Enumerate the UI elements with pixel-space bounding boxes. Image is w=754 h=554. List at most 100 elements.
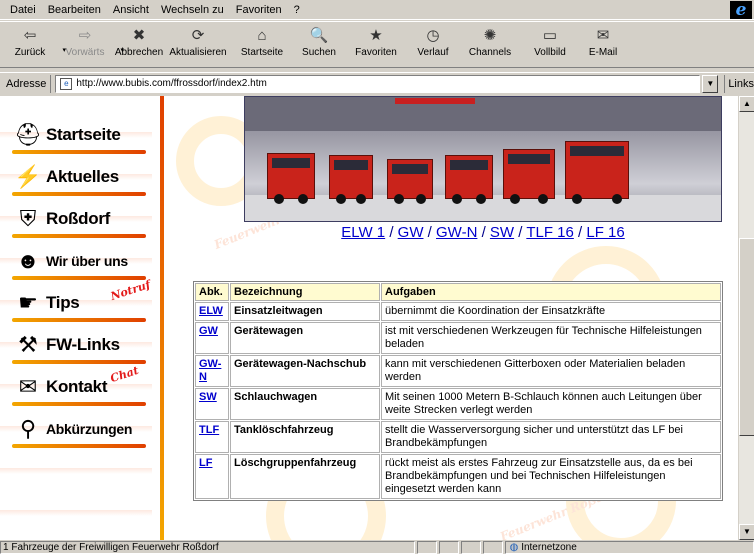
home-icon: ⌂ <box>257 26 267 44</box>
nav-underline <box>12 402 146 406</box>
sidebar-item-label: FW-Links <box>46 335 120 354</box>
mail-icon: ✉ <box>596 27 610 44</box>
abbreviation-link[interactable]: LF <box>199 457 212 469</box>
favorites-icon: ★ <box>369 27 383 44</box>
task-cell: kann mit verschiedenen Gitterboxen oder … <box>381 355 721 387</box>
fullscreen-icon: ▭ <box>542 27 558 44</box>
toolbar-button[interactable]: ⟳ Aktualisieren <box>164 22 232 66</box>
vehicles-photo <box>244 96 722 222</box>
sidebar-item[interactable]: ⛑ Startseite <box>12 116 146 154</box>
toolbar-button[interactable]: ◷ Verlauf <box>406 22 460 66</box>
vehicle-name-cell: Einsatzleitwagen <box>230 302 380 321</box>
page-content: ⛑ Startseite ⚡ Aktuelles ⛨ Roßdorf ☻ Wir über u… <box>0 96 738 540</box>
menu-item[interactable]: Datei <box>4 4 42 16</box>
vehicle-link[interactable]: LF 16 <box>586 224 624 241</box>
separator: / <box>514 224 527 241</box>
vehicle-name-cell: Schlauchwagen <box>230 388 380 420</box>
status-cell <box>460 540 481 554</box>
address-input[interactable]: e http://www.bubis.com/ffrossdorf/index2… <box>55 74 701 93</box>
vehicle-link[interactable]: SW <box>490 224 514 241</box>
separator: / <box>423 224 437 241</box>
sidebar-item-label: Abkürzungen <box>46 421 133 437</box>
vehicle-link[interactable]: TLF 16 <box>526 224 574 241</box>
nav-underline <box>12 276 146 280</box>
vehicle-link[interactable]: GW-N <box>436 224 477 241</box>
toolbar-button[interactable]: ✖ Abbrechen <box>114 22 164 66</box>
sidebar-item-label: Tips <box>46 293 80 312</box>
sidebar-badge: Chat <box>108 363 141 386</box>
menu-item[interactable]: Ansicht <box>107 4 155 16</box>
menu-item[interactable]: ? <box>288 4 306 16</box>
vehicle-name-cell: Tanklöschfahrzeug <box>230 421 380 453</box>
scroll-up-button[interactable]: ▲ <box>739 96 754 112</box>
toolbar-button-label: Vorwärts <box>65 47 105 58</box>
abbreviation-link[interactable]: GW-N <box>199 358 221 383</box>
separator: / <box>573 224 587 241</box>
table-row: ELW Einsatzleitwagen übernimmt die Koordin… <box>195 302 721 321</box>
sidebar-item[interactable]: ⚡ Aktuelles <box>12 158 146 196</box>
toolbar-button[interactable]: ✺ Channels <box>460 22 520 66</box>
task-cell: übernimmt die Koordination der Einsatzkr… <box>381 302 721 321</box>
toolbar-button-label: Suchen <box>302 47 336 58</box>
table-row: TLF Tanklöschfahrzeug stellt die Wasserver… <box>195 421 721 453</box>
vertical-scrollbar[interactable]: ▲ ▼ <box>738 96 754 540</box>
vehicle-link[interactable]: ELW 1 <box>341 224 385 241</box>
toolbar-button[interactable]: ✉ E-Mail <box>580 22 626 66</box>
status-text: 1 Fahrzeuge der Freiwilligen Feuerwehr R… <box>0 540 415 554</box>
page-icon: e <box>60 77 73 90</box>
sidebar-item[interactable]: ⚒ FW-Links <box>12 326 146 364</box>
abbreviation-link[interactable]: TLF <box>199 424 219 436</box>
toolbar-button[interactable]: ⇦ Zurück ▾ <box>4 22 66 66</box>
sidebar-item-label: Kontakt <box>46 377 108 396</box>
nav-underline <box>12 444 146 448</box>
toolbar-button-label: Vollbild <box>534 47 566 58</box>
toolbar-button-label: Zurück <box>14 47 46 58</box>
toolbar-button[interactable]: ⇨ Vorwärts ▾ <box>56 22 124 66</box>
toolbar-button[interactable]: ⌂ Startseite <box>232 22 292 66</box>
table-row: LF Löschgruppenfahrzeug rückt meist als er… <box>195 454 721 499</box>
toolbar-button-label: Channels <box>468 47 512 58</box>
status-cell <box>416 540 437 554</box>
toolbar-button[interactable]: ▭ Vollbild <box>520 22 580 66</box>
separator: / <box>477 224 490 241</box>
sidebar-item[interactable]: ☛ Tips Notruf <box>12 278 152 322</box>
menu-item[interactable]: Bearbeiten <box>42 4 107 16</box>
abbreviation-link[interactable]: GW <box>199 325 218 337</box>
toolbar-button-label: Favoriten <box>355 47 397 58</box>
menu-item[interactable]: Favoriten <box>230 4 288 16</box>
toolbar-button[interactable]: ★ Favoriten <box>346 22 406 66</box>
search-icon: 🔍 <box>309 27 329 44</box>
coat-of-arms-icon: ⛨ <box>19 206 37 231</box>
toolbar-button-label: E-Mail <box>588 47 618 58</box>
vehicle-link[interactable]: GW <box>398 224 424 241</box>
sidebar-nav: ⛑ Startseite ⚡ Aktuelles ⛨ Roßdorf ☻ Wir über u… <box>0 96 152 540</box>
scroll-down-button[interactable]: ▼ <box>739 524 754 540</box>
sidebar-item[interactable]: ☻ Wir über uns <box>12 242 146 280</box>
task-cell: ist mit verschiedenen Werkzeugen für Tec… <box>381 322 721 354</box>
lightning-icon: ⚡ <box>14 164 42 189</box>
links-label[interactable]: Links <box>724 74 754 93</box>
address-dropdown-button[interactable]: ▼ <box>702 74 719 93</box>
firefighters-icon: ☻ <box>16 248 40 273</box>
sidebar-item[interactable]: ⛨ Roßdorf <box>12 200 146 238</box>
abbreviation-link[interactable]: SW <box>199 391 217 403</box>
toolbar-button-label: Verlauf <box>417 47 449 58</box>
globe-icon: ◍ <box>509 541 519 553</box>
separator: / <box>385 224 398 241</box>
sidebar-item[interactable]: ✉ Kontakt Chat <box>12 364 146 406</box>
sidebar-item-label: Roßdorf <box>46 209 110 228</box>
vehicle-name-cell: Gerätewagen-Nachschub <box>230 355 380 387</box>
scroll-thumb[interactable] <box>739 238 754 436</box>
zone-label: Internetzone <box>521 541 577 553</box>
menu-item[interactable]: Wechseln zu <box>155 4 230 16</box>
abbreviation-link[interactable]: ELW <box>199 305 223 317</box>
fire-brigade-emblem-icon: ⛑ <box>14 122 42 147</box>
abbreviation-cell: LF <box>195 454 229 499</box>
nav-underline <box>12 192 146 196</box>
sidebar-item[interactable]: ⚲ Abkürzungen <box>12 410 146 448</box>
nav-underline <box>12 234 146 238</box>
toolbar-button[interactable]: 🔍 Suchen <box>292 22 346 66</box>
address-label: Adresse <box>0 74 52 93</box>
envelope-icon: ✉ <box>18 374 38 399</box>
back-arrow-icon: ⇦ <box>23 27 37 44</box>
